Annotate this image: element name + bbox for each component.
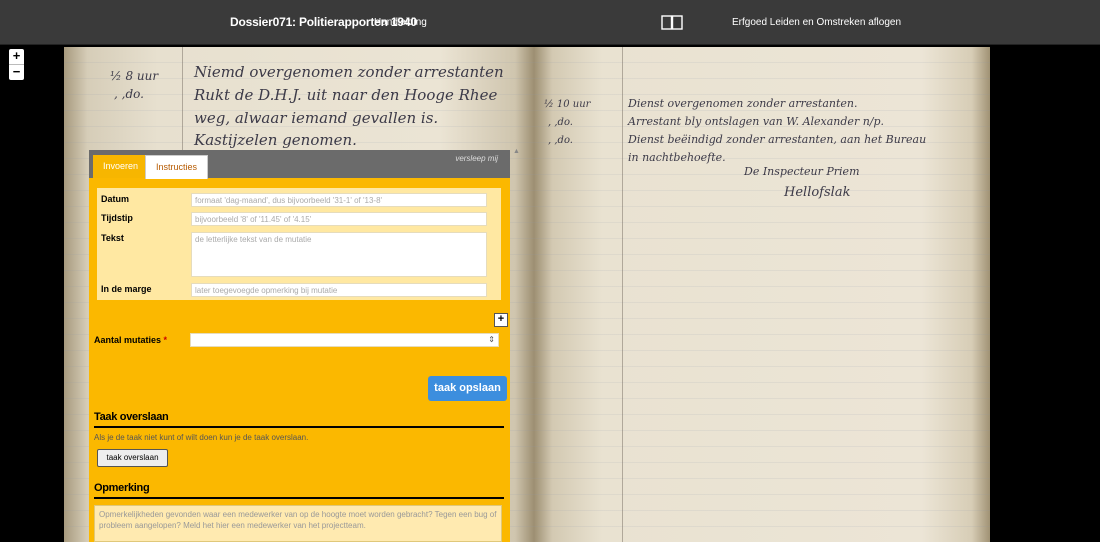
book-view-icon[interactable] — [661, 15, 683, 30]
note-textarea[interactable]: Opmerkelijkheden gevonden waar een medew… — [94, 505, 502, 542]
logout-link[interactable]: Erfgoed Leiden en Omstreken aflogen — [732, 17, 901, 28]
date-label: Datum — [101, 194, 130, 204]
scan-margin-text: ½ 10 uur — [544, 99, 591, 110]
scan-text-line: Dienst beëindigd zonder arrestanten, aan… — [628, 133, 927, 146]
drag-handle[interactable]: versleep mij — [455, 154, 498, 163]
mutation-count-select[interactable]: ⇕ — [190, 333, 499, 347]
scan-margin-text: , ,do. — [114, 87, 144, 101]
zoom-in-button[interactable]: + — [9, 49, 24, 64]
guide-link[interactable]: Handleiding — [374, 17, 427, 28]
scan-margin-text: , ,do. — [548, 117, 573, 128]
text-textarea[interactable]: de letterlijke tekst van de mutatie — [191, 232, 487, 277]
required-mark: * — [163, 335, 168, 345]
date-input[interactable]: formaat 'dag-maand', dus bijvoorbeeld '3… — [191, 193, 487, 207]
note-heading: Opmerking — [94, 482, 504, 499]
scan-text-line: Niemd overgenomen zonder arrestanten — [194, 63, 504, 81]
time-label: Tijdstip — [101, 213, 133, 223]
skip-task-button[interactable]: taak overslaan — [97, 449, 168, 467]
scan-text-line: Dienst overgenomen zonder arrestanten. — [628, 97, 858, 110]
scan-page-right: ½ 10 uur , ,do. , ,do. Dienst overgenome… — [534, 47, 990, 542]
task-panel: Invoeren Instructies versleep mij Datum … — [89, 150, 510, 542]
mutation-count-label: Aantal mutaties * — [94, 335, 167, 345]
scan-text-line: Arrestant bly ontslagen van W. Alexander… — [628, 115, 885, 128]
scan-margin-text: , ,do. — [548, 135, 573, 146]
panel-tab-bar[interactable]: Invoeren Instructies versleep mij — [89, 150, 510, 179]
skip-description: Als je de taak niet kunt of wilt doen ku… — [94, 433, 309, 442]
mutation-fields: Datum formaat 'dag-maand', dus bijvoorbe… — [97, 188, 501, 300]
scan-text-line: Rukt de D.H.J. uit naar den Hooge Rhee — [194, 86, 498, 104]
scan-signature-text: De Inspecteur Priem — [744, 165, 860, 178]
add-mutation-button[interactable]: + — [494, 313, 508, 327]
scan-margin-text: ½ 8 uur — [110, 69, 159, 83]
margin-label: In de marge — [101, 284, 152, 294]
panel-scroll-up-icon[interactable]: ▲ — [513, 148, 521, 156]
save-task-button[interactable]: taak opslaan — [428, 376, 507, 401]
skip-heading: Taak overslaan — [94, 411, 504, 428]
scan-text-line: Kastijzelen genomen. — [194, 131, 357, 149]
zoom-control: + − — [9, 49, 24, 80]
text-label: Tekst — [101, 233, 124, 243]
scan-signature: Hellofslak — [784, 185, 851, 200]
top-bar: Dossier071: Politierapporten 1940 Handle… — [0, 0, 1100, 45]
mutation-count-label-text: Aantal mutaties — [94, 335, 162, 345]
scan-text-line: in nachtbehoefte. — [628, 151, 726, 164]
margin-input[interactable]: later toegevoegde opmerking bij mutatie — [191, 283, 487, 297]
tab-input[interactable]: Invoeren — [93, 155, 149, 178]
scan-text-line: weg, alwaar iemand gevallen is. — [194, 109, 439, 127]
margin-line — [622, 47, 623, 542]
select-arrows-icon: ⇕ — [488, 335, 495, 344]
tab-instructions[interactable]: Instructies — [145, 155, 209, 179]
zoom-out-button[interactable]: − — [9, 64, 24, 80]
time-input[interactable]: bijvoorbeeld '8' of '11.45' of '4.15' — [191, 212, 487, 226]
